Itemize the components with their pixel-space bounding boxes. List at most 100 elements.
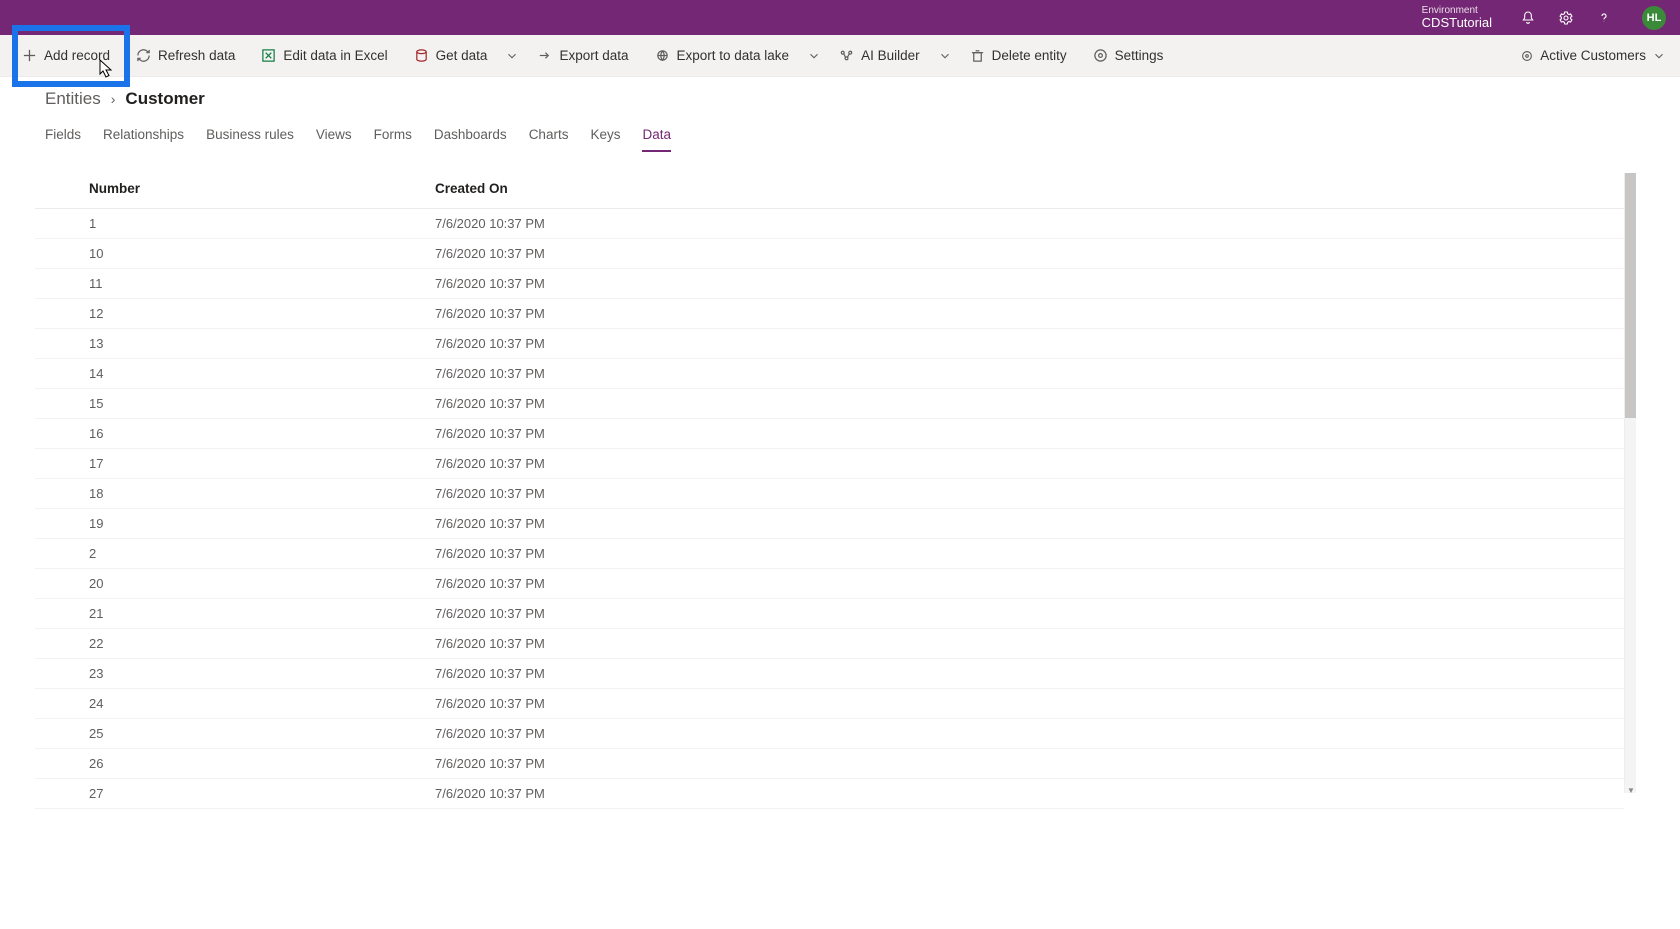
cell-number: 24 xyxy=(35,689,435,719)
ai-builder-icon xyxy=(839,48,854,63)
cell-created-on: 7/6/2020 10:37 PM xyxy=(435,359,1624,389)
vertical-scrollbar[interactable]: ▲ ▼ xyxy=(1624,173,1636,793)
table-row[interactable]: 257/6/2020 10:37 PM xyxy=(35,719,1624,749)
cell-created-on: 7/6/2020 10:37 PM xyxy=(435,269,1624,299)
plus-icon xyxy=(22,48,37,63)
trash-icon xyxy=(970,48,985,63)
tab-forms[interactable]: Forms xyxy=(374,121,412,152)
refresh-data-label: Refresh data xyxy=(158,48,235,63)
table-row[interactable]: 107/6/2020 10:37 PM xyxy=(35,239,1624,269)
cell-number: 19 xyxy=(35,509,435,539)
table-row[interactable]: 197/6/2020 10:37 PM xyxy=(35,509,1624,539)
export-lake-button[interactable]: Export to data lake xyxy=(647,44,798,67)
cell-number: 18 xyxy=(35,479,435,509)
tab-business-rules[interactable]: Business rules xyxy=(206,121,294,152)
tab-data[interactable]: Data xyxy=(642,121,671,152)
tab-dashboards[interactable]: Dashboards xyxy=(434,121,507,152)
cell-created-on: 7/6/2020 10:37 PM xyxy=(435,209,1624,239)
breadcrumb: Entities › Customer xyxy=(0,77,1680,113)
edit-excel-button[interactable]: Edit data in Excel xyxy=(253,44,395,67)
table-row[interactable]: 207/6/2020 10:37 PM xyxy=(35,569,1624,599)
refresh-icon xyxy=(136,48,151,63)
settings-button[interactable]: Settings xyxy=(1085,44,1172,67)
tab-views[interactable]: Views xyxy=(316,121,352,152)
table-row[interactable]: 117/6/2020 10:37 PM xyxy=(35,269,1624,299)
table-row[interactable]: 237/6/2020 10:37 PM xyxy=(35,659,1624,689)
cell-number: 25 xyxy=(35,719,435,749)
help-icon[interactable] xyxy=(1596,10,1612,26)
cell-created-on: 7/6/2020 10:37 PM xyxy=(435,419,1624,449)
table-row[interactable]: 267/6/2020 10:37 PM xyxy=(35,749,1624,779)
table-row[interactable]: 167/6/2020 10:37 PM xyxy=(35,419,1624,449)
table-row[interactable]: 137/6/2020 10:37 PM xyxy=(35,329,1624,359)
scroll-down-icon[interactable]: ▼ xyxy=(1627,786,1635,795)
ai-builder-chevron-icon[interactable] xyxy=(938,49,952,63)
ai-builder-button[interactable]: AI Builder xyxy=(831,44,928,67)
avatar-initials: HL xyxy=(1647,12,1662,24)
cell-number: 2 xyxy=(35,539,435,569)
command-bar: Add record Refresh data Edit data in Exc… xyxy=(0,35,1680,77)
refresh-data-button[interactable]: Refresh data xyxy=(128,44,243,67)
chevron-right-icon: › xyxy=(111,91,116,107)
cell-created-on: 7/6/2020 10:37 PM xyxy=(435,239,1624,269)
delete-entity-button[interactable]: Delete entity xyxy=(962,44,1075,67)
table-row[interactable]: 247/6/2020 10:37 PM xyxy=(35,689,1624,719)
settings-icon xyxy=(1093,48,1108,63)
view-icon xyxy=(1520,49,1534,63)
get-data-label: Get data xyxy=(436,48,488,63)
add-record-button[interactable]: Add record xyxy=(14,44,118,67)
notifications-icon[interactable] xyxy=(1520,10,1536,26)
cell-number: 12 xyxy=(35,299,435,329)
table-row[interactable]: 177/6/2020 10:37 PM xyxy=(35,449,1624,479)
cell-number: 17 xyxy=(35,449,435,479)
cell-created-on: 7/6/2020 10:37 PM xyxy=(435,719,1624,749)
environment-selector[interactable]: Environment CDSTutorial xyxy=(1412,5,1492,30)
breadcrumb-current: Customer xyxy=(125,89,204,109)
gear-icon[interactable] xyxy=(1558,10,1574,26)
cell-number: 13 xyxy=(35,329,435,359)
table-row[interactable]: 187/6/2020 10:37 PM xyxy=(35,479,1624,509)
get-data-button[interactable]: Get data xyxy=(406,44,496,67)
add-record-label: Add record xyxy=(44,48,110,63)
tab-charts[interactable]: Charts xyxy=(529,121,569,152)
export-data-button[interactable]: Export data xyxy=(529,44,636,67)
table-row[interactable]: 277/6/2020 10:37 PM xyxy=(35,779,1624,809)
table-row[interactable]: 27/6/2020 10:37 PM xyxy=(35,539,1624,569)
breadcrumb-parent[interactable]: Entities xyxy=(45,89,101,109)
table-row[interactable]: 157/6/2020 10:37 PM xyxy=(35,389,1624,419)
table-row[interactable]: 227/6/2020 10:37 PM xyxy=(35,629,1624,659)
cell-number: 20 xyxy=(35,569,435,599)
cell-created-on: 7/6/2020 10:37 PM xyxy=(435,389,1624,419)
chevron-down-icon xyxy=(1652,49,1666,63)
cell-created-on: 7/6/2020 10:37 PM xyxy=(435,479,1624,509)
edit-excel-label: Edit data in Excel xyxy=(283,48,387,63)
tab-relationships[interactable]: Relationships xyxy=(103,121,184,152)
table-row[interactable]: 217/6/2020 10:37 PM xyxy=(35,599,1624,629)
table-row[interactable]: 17/6/2020 10:37 PM xyxy=(35,209,1624,239)
table-row[interactable]: 147/6/2020 10:37 PM xyxy=(35,359,1624,389)
cell-number: 15 xyxy=(35,389,435,419)
table-row[interactable]: 127/6/2020 10:37 PM xyxy=(35,299,1624,329)
cell-number: 14 xyxy=(35,359,435,389)
delete-entity-label: Delete entity xyxy=(992,48,1067,63)
settings-label: Settings xyxy=(1115,48,1164,63)
cell-number: 23 xyxy=(35,659,435,689)
column-header-number[interactable]: Number xyxy=(35,173,435,209)
environment-name: CDSTutorial xyxy=(1422,16,1492,30)
cell-created-on: 7/6/2020 10:37 PM xyxy=(435,449,1624,479)
export-lake-chevron-icon[interactable] xyxy=(807,49,821,63)
get-data-chevron-icon[interactable] xyxy=(505,49,519,63)
scrollbar-thumb[interactable] xyxy=(1625,173,1636,418)
cell-number: 1 xyxy=(35,209,435,239)
export-data-label: Export data xyxy=(559,48,628,63)
view-selector[interactable]: Active Customers xyxy=(1520,48,1666,63)
avatar[interactable]: HL xyxy=(1642,6,1666,30)
cell-number: 26 xyxy=(35,749,435,779)
column-header-created-on[interactable]: Created On xyxy=(435,173,1624,209)
tab-keys[interactable]: Keys xyxy=(590,121,620,152)
cell-created-on: 7/6/2020 10:37 PM xyxy=(435,569,1624,599)
app-header: Environment CDSTutorial HL xyxy=(0,0,1680,35)
cell-number: 10 xyxy=(35,239,435,269)
cell-created-on: 7/6/2020 10:37 PM xyxy=(435,659,1624,689)
tab-fields[interactable]: Fields xyxy=(45,121,81,152)
